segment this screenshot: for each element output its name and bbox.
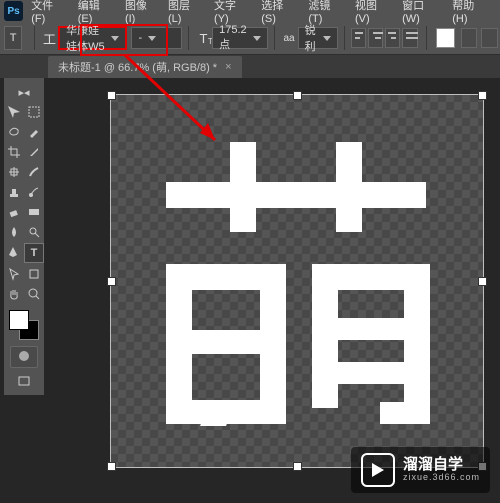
menu-image[interactable]: 图像(I) <box>125 0 156 25</box>
font-family-dropdown[interactable]: 华康娃娃体W5 <box>58 26 127 50</box>
hand-tool[interactable] <box>5 285 23 303</box>
chevron-down-icon <box>323 36 331 41</box>
character-panel-button[interactable] <box>481 28 498 48</box>
watermark: 溜溜自学 zixue.3d66.com <box>351 447 490 493</box>
chevron-down-icon <box>111 36 119 41</box>
transform-handle-bl[interactable] <box>107 462 116 471</box>
font-size-dropdown[interactable]: 175.2 点 <box>212 27 268 49</box>
document-tab-title: 未标题-1 @ 66.7% (萌, RGB/8) * <box>58 59 217 75</box>
chevron-down-icon <box>253 36 261 41</box>
active-tool-icon[interactable]: T <box>4 26 22 50</box>
transform-handle-tr[interactable] <box>478 91 487 100</box>
transform-handle-l[interactable] <box>107 277 116 286</box>
chevron-down-icon <box>148 36 156 41</box>
separator <box>274 26 275 50</box>
tool-handles[interactable]: ▸◂ <box>15 83 33 101</box>
document-tab[interactable]: 未标题-1 @ 66.7% (萌, RGB/8) * × <box>48 56 242 78</box>
antialias-dropdown[interactable]: 锐利 <box>298 27 338 49</box>
close-tab-icon[interactable]: × <box>225 61 231 73</box>
align-center-icon[interactable] <box>368 28 383 48</box>
screen-mode-icon[interactable] <box>15 372 33 390</box>
transform-handle-tl[interactable] <box>107 91 116 100</box>
eyedropper-tool[interactable] <box>25 143 43 161</box>
text-orientation-icon[interactable]: 工 <box>43 28 56 48</box>
brush-tool[interactable] <box>25 163 43 181</box>
path-select-tool[interactable] <box>5 265 23 283</box>
align-justify-icon[interactable] <box>402 28 417 48</box>
zoom-tool[interactable] <box>25 285 43 303</box>
marquee-tool[interactable] <box>25 103 43 121</box>
quick-select-tool[interactable] <box>25 123 43 141</box>
separator <box>188 26 189 50</box>
menu-bar: Ps 文件(F) 编辑(E) 图像(I) 图层(L) 文字(Y) 选择(S) 滤… <box>0 0 500 22</box>
antialias-value: 锐利 <box>305 22 317 54</box>
menu-file[interactable]: 文件(F) <box>31 0 66 25</box>
menu-layer[interactable]: 图层(L) <box>168 0 202 25</box>
menu-help[interactable]: 帮助(H) <box>452 0 488 25</box>
eraser-tool[interactable] <box>5 203 23 221</box>
app-logo: Ps <box>4 1 23 21</box>
transform-handle-t[interactable] <box>293 91 302 100</box>
text-color-swatch[interactable] <box>436 28 454 48</box>
gradient-tool[interactable] <box>25 203 43 221</box>
type-tool[interactable]: T <box>24 243 44 263</box>
separator <box>34 26 35 50</box>
foreground-background-swatch[interactable] <box>9 310 39 340</box>
font-size-icon: T T <box>197 28 210 48</box>
warp-text-button[interactable] <box>461 28 478 48</box>
document-canvas[interactable] <box>110 94 484 468</box>
workspace: ▸◂ T <box>0 78 500 503</box>
type-tool-glyph: T <box>10 32 17 44</box>
healing-tool[interactable] <box>5 163 23 181</box>
transform-bounding-box[interactable] <box>110 94 484 468</box>
dodge-tool[interactable] <box>25 223 43 241</box>
align-left-icon[interactable] <box>351 28 366 48</box>
foreground-color[interactable] <box>9 310 29 330</box>
menu-select[interactable]: 选择(S) <box>261 0 296 25</box>
shape-tool[interactable] <box>25 265 43 283</box>
play-icon <box>361 453 395 487</box>
font-style-value: - <box>138 32 142 44</box>
font-family-value: 华康娃娃体W5 <box>66 22 105 54</box>
size-glyph-big: T <box>200 31 208 46</box>
align-right-icon[interactable] <box>385 28 400 48</box>
stamp-tool[interactable] <box>5 183 23 201</box>
app-logo-text: Ps <box>7 6 19 17</box>
menu-view[interactable]: 视图(V) <box>355 0 390 25</box>
separator <box>344 26 345 50</box>
blur-tool[interactable] <box>5 223 23 241</box>
separator <box>426 26 427 50</box>
watermark-url: zixue.3d66.com <box>403 473 480 483</box>
watermark-title: 溜溜自学 <box>403 457 480 474</box>
lasso-tool[interactable] <box>5 123 23 141</box>
transform-handle-r[interactable] <box>478 277 487 286</box>
options-bar: T 工 华康娃娃体W5 - T T 175.2 点 aa 锐利 <box>0 22 500 55</box>
crop-tool[interactable] <box>5 143 23 161</box>
pen-tool[interactable] <box>4 243 22 261</box>
toolbox: ▸◂ T <box>4 78 44 395</box>
font-size-value: 175.2 点 <box>219 24 247 52</box>
document-tab-bar: 未标题-1 @ 66.7% (萌, RGB/8) * × <box>0 55 500 79</box>
menu-window[interactable]: 窗口(W) <box>402 0 440 25</box>
move-tool[interactable] <box>5 103 23 121</box>
menu-type[interactable]: 文字(Y) <box>214 0 249 25</box>
history-brush-tool[interactable] <box>25 183 43 201</box>
font-style-dropdown[interactable]: - <box>131 27 182 49</box>
quick-mask-icon[interactable] <box>10 346 38 368</box>
antialias-label: aa <box>282 28 295 48</box>
transform-handle-b[interactable] <box>293 462 302 471</box>
